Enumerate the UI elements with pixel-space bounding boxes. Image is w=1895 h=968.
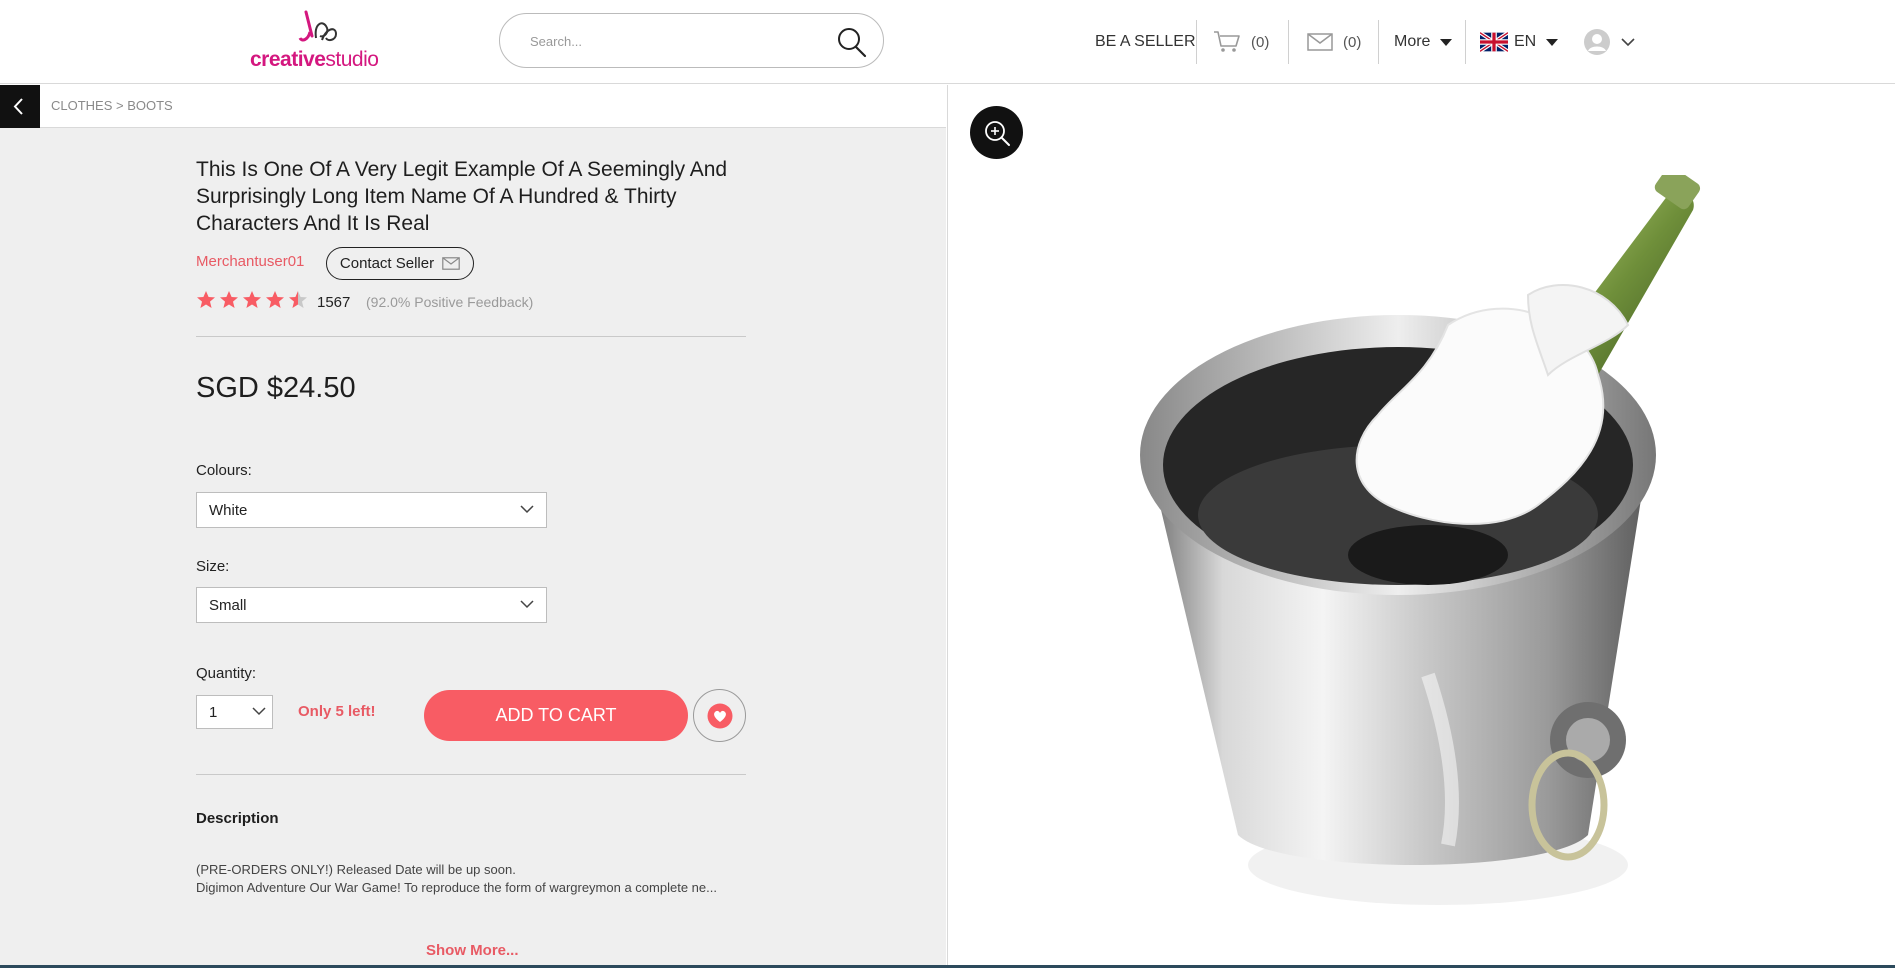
- cart-count: (0): [1251, 33, 1270, 51]
- stock-note: Only 5 left!: [298, 703, 376, 720]
- product-image-panel: [947, 85, 1895, 968]
- show-more-link[interactable]: Show More...: [426, 942, 519, 959]
- positive-feedback: (92.0% Positive Feedback): [366, 294, 534, 310]
- avatar-icon: [1584, 29, 1610, 55]
- zoom-in-icon: [984, 120, 1010, 146]
- nav-divider: [1288, 20, 1289, 64]
- nav-divider: [1378, 20, 1379, 64]
- description-line: (PRE-ORDERS ONLY!) Released Date will be…: [196, 862, 516, 877]
- add-to-cart-button[interactable]: ADD TO CART: [424, 690, 688, 741]
- colour-value: White: [209, 501, 248, 519]
- product-price: SGD $24.50: [196, 372, 356, 404]
- caret-down-icon: [1546, 38, 1559, 46]
- uk-flag-icon: [1480, 32, 1508, 52]
- chevron-down-icon: [252, 707, 266, 716]
- more-label: More: [1394, 33, 1431, 50]
- wishlist-button[interactable]: [693, 689, 746, 742]
- be-a-seller-link[interactable]: BE A SELLER: [1095, 0, 1196, 84]
- rating-stars: [196, 290, 308, 309]
- search-input[interactable]: [530, 28, 810, 54]
- caret-down-icon: [1440, 38, 1453, 46]
- brand-logo[interactable]: creativestudio: [250, 10, 400, 74]
- description-text: (PRE-ORDERS ONLY!) Released Date will be…: [196, 861, 756, 897]
- chevron-down-icon: [520, 600, 534, 609]
- size-label: Size:: [196, 558, 230, 575]
- language-label: EN: [1514, 33, 1537, 50]
- search-bar: [499, 13, 884, 68]
- account-menu[interactable]: [1583, 0, 1635, 84]
- product-image[interactable]: [1128, 175, 1708, 955]
- description-line: Digimon Adventure Our War Game! To repro…: [196, 880, 717, 895]
- breadcrumb-bar: CLOTHES > BOOTS: [0, 85, 946, 128]
- mail-icon: [442, 257, 460, 270]
- chevron-left-icon: [13, 98, 23, 115]
- description-heading: Description: [196, 810, 279, 827]
- quantity-value: 1: [209, 703, 218, 721]
- top-header: creativestudio BE A SELLER (0) (0) More: [0, 0, 1895, 84]
- star-icon: [289, 291, 307, 308]
- nav-divider: [1196, 20, 1197, 64]
- star-icon: [243, 291, 261, 308]
- breadcrumb[interactable]: CLOTHES > BOOTS: [51, 98, 173, 113]
- brand-wordmark: creativestudio: [250, 48, 379, 71]
- product-title: This Is One Of A Very Legit Example Of A…: [196, 158, 728, 235]
- divider: [196, 336, 746, 337]
- mail-icon: [1307, 33, 1333, 51]
- star-icon: [266, 291, 284, 308]
- size-value: Small: [209, 596, 247, 614]
- size-select[interactable]: Small: [196, 587, 547, 623]
- logo-mark-icon: [298, 10, 338, 42]
- star-icon: [197, 291, 215, 308]
- search-icon[interactable]: [835, 26, 867, 58]
- star-icon: [220, 291, 238, 308]
- be-a-seller-label: BE A SELLER: [1095, 33, 1196, 50]
- review-count: 1567: [317, 294, 351, 311]
- heart-icon: [707, 703, 732, 728]
- language-selector[interactable]: EN: [1480, 0, 1559, 84]
- colours-label: Colours:: [196, 462, 252, 479]
- more-menu[interactable]: More: [1394, 0, 1453, 84]
- cart-button[interactable]: (0): [1213, 0, 1269, 84]
- contact-seller-button[interactable]: Contact Seller: [326, 247, 474, 280]
- quantity-label: Quantity:: [196, 665, 257, 682]
- quantity-select[interactable]: 1: [196, 695, 273, 729]
- back-button[interactable]: [0, 85, 40, 128]
- merchant-link[interactable]: Merchantuser01: [196, 253, 304, 270]
- contact-seller-label: Contact Seller: [339, 255, 435, 272]
- chevron-down-icon: [1621, 38, 1635, 47]
- zoom-button[interactable]: [970, 106, 1023, 159]
- colour-select[interactable]: White: [196, 492, 547, 528]
- divider: [196, 774, 746, 775]
- messages-button[interactable]: (0): [1307, 0, 1361, 84]
- chevron-down-icon: [520, 505, 534, 514]
- messages-count: (0): [1343, 33, 1362, 51]
- cart-icon: [1214, 31, 1240, 52]
- nav-divider: [1465, 20, 1466, 64]
